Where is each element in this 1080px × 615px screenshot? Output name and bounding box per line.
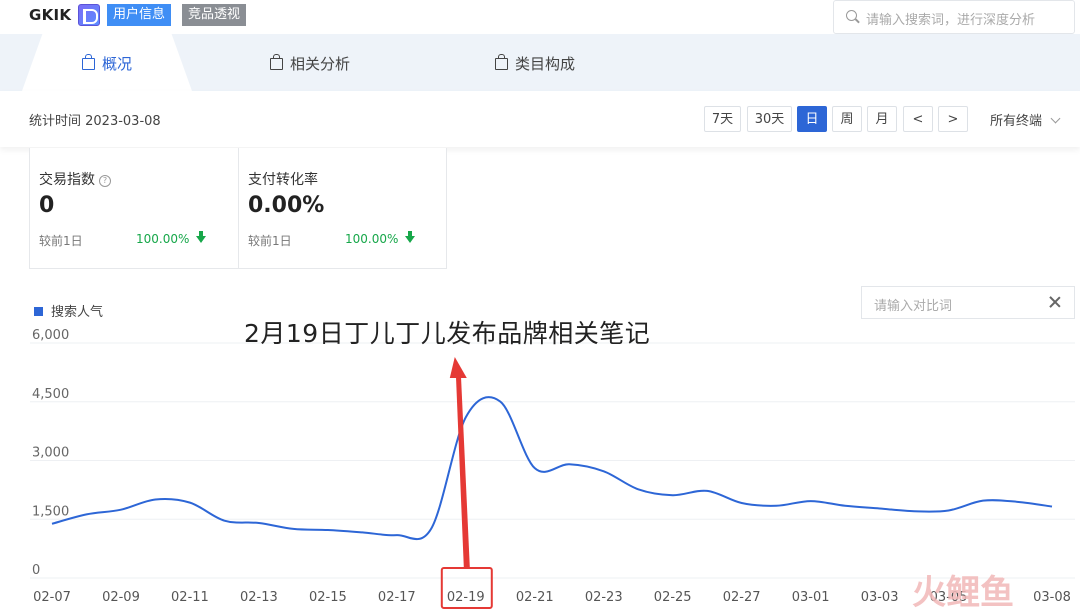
prev-date-button[interactable]: < xyxy=(903,106,933,132)
arrow-down-icon xyxy=(405,231,416,243)
close-icon[interactable] xyxy=(1048,295,1062,309)
x-tick-label: 02-21 xyxy=(516,590,554,605)
y-tick-label: 0 xyxy=(32,563,40,578)
range-7d-button[interactable]: 7天 xyxy=(704,106,741,132)
help-icon[interactable]: ? xyxy=(99,175,111,187)
y-tick-label: 3,000 xyxy=(32,446,69,461)
brand-logo-icon[interactable] xyxy=(78,4,100,26)
x-tick-label: 02-23 xyxy=(585,590,623,605)
y-tick-label: 4,500 xyxy=(32,387,69,402)
tab-label: 相关分析 xyxy=(290,55,351,73)
range-week-button[interactable]: 周 xyxy=(832,106,862,132)
x-tick-label: 02-17 xyxy=(378,590,416,605)
card-title: 支付转化率 xyxy=(248,172,318,188)
card-compare-pct: 100.00% xyxy=(136,232,190,246)
compare-input[interactable]: 请输入对比词 xyxy=(861,286,1075,319)
watermark-text: 火鲤鱼 xyxy=(912,573,1014,612)
tab-label: 类目构成 xyxy=(515,55,576,73)
tab-related-analysis[interactable]: 相关分析 xyxy=(270,34,350,91)
tab-bar: 概况 相关分析 类目构成 xyxy=(0,34,1080,91)
chart-legend[interactable]: 搜索人气 xyxy=(34,301,103,320)
tab-label: 概况 xyxy=(101,55,132,73)
metric-card-trade-index: 交易指数? 0 较前1日 100.00% xyxy=(29,148,239,269)
tab-category[interactable]: 类目构成 xyxy=(495,34,575,91)
competitor-tag[interactable]: 竞品透视 xyxy=(182,4,247,26)
tab-overview[interactable]: 概况 xyxy=(22,34,192,91)
search-popularity-chart: 6,000 4,500 3,000 1,500 0 02-07 02-09 02-11 02-1… xyxy=(30,328,1075,609)
search-input[interactable]: 请输入搜索词，进行深度分析 xyxy=(833,0,1075,34)
y-tick-label: 6,000 xyxy=(32,328,69,343)
x-tick-label: 02-07 xyxy=(33,590,71,605)
watermark-logo: 火鲤鱼 xyxy=(912,573,1014,612)
card-compare-label: 较前1日 xyxy=(248,234,292,248)
y-tick-label: 1,500 xyxy=(32,504,69,519)
range-30d-button[interactable]: 30天 xyxy=(747,106,792,132)
card-compare-value: 100.00% xyxy=(345,231,416,246)
annotation-text: 2月19日丁儿丁儿发布品牌相关笔记 xyxy=(244,319,651,348)
x-tick-label: 03-01 xyxy=(792,590,830,605)
stat-time: 统计时间 2023-03-08 xyxy=(29,114,161,129)
range-month-button[interactable]: 月 xyxy=(867,106,897,132)
compare-placeholder: 请输入对比词 xyxy=(874,299,953,314)
next-date-button[interactable]: > xyxy=(938,106,968,132)
card-title-text: 交易指数 xyxy=(39,172,95,188)
x-tick-label: 03-03 xyxy=(861,590,899,605)
card-compare-label: 较前1日 xyxy=(39,234,83,248)
card-title: 交易指数? xyxy=(39,169,111,189)
card-value: 0 xyxy=(39,193,55,218)
terminal-label: 所有终端 xyxy=(990,114,1043,129)
legend-label: 搜索人气 xyxy=(51,305,104,320)
stat-toolbar: 统计时间 2023-03-08 7天 30天 日 周 月 < > 所有终端 xyxy=(0,91,1080,147)
range-day-button[interactable]: 日 xyxy=(797,106,827,132)
x-tick-label: 02-19 xyxy=(447,590,485,605)
x-tick-label: 02-25 xyxy=(654,590,692,605)
x-tick-label: 02-09 xyxy=(102,590,140,605)
x-tick-label: 02-15 xyxy=(309,590,347,605)
search-placeholder: 请输入搜索词，进行深度分析 xyxy=(866,13,1036,28)
arrow-down-icon xyxy=(196,231,207,243)
x-tick-label: 02-11 xyxy=(171,590,209,605)
series-line xyxy=(51,396,1053,541)
legend-swatch xyxy=(34,307,43,316)
brand-name: GKIK xyxy=(29,6,72,24)
bag-icon xyxy=(81,54,95,70)
top-bar: GKIK 用户信息 竞品透视 请输入搜索词，进行深度分析 xyxy=(0,0,1080,34)
terminal-select[interactable]: 所有终端 xyxy=(990,110,1061,129)
user-info-tag[interactable]: 用户信息 xyxy=(107,4,172,26)
bag-icon xyxy=(495,54,508,70)
card-compare-value: 100.00% xyxy=(136,231,207,246)
x-tick-label: 02-13 xyxy=(240,590,278,605)
metric-card-conversion: 支付转化率 0.00% 较前1日 100.00% xyxy=(238,148,447,269)
chevron-down-icon xyxy=(1050,113,1061,124)
bag-icon xyxy=(270,54,283,70)
card-value: 0.00% xyxy=(248,193,325,218)
search-icon xyxy=(846,10,857,21)
x-tick-label: 02-27 xyxy=(723,590,761,605)
annotation-arrow-head xyxy=(449,357,467,378)
card-compare-pct: 100.00% xyxy=(345,232,399,246)
